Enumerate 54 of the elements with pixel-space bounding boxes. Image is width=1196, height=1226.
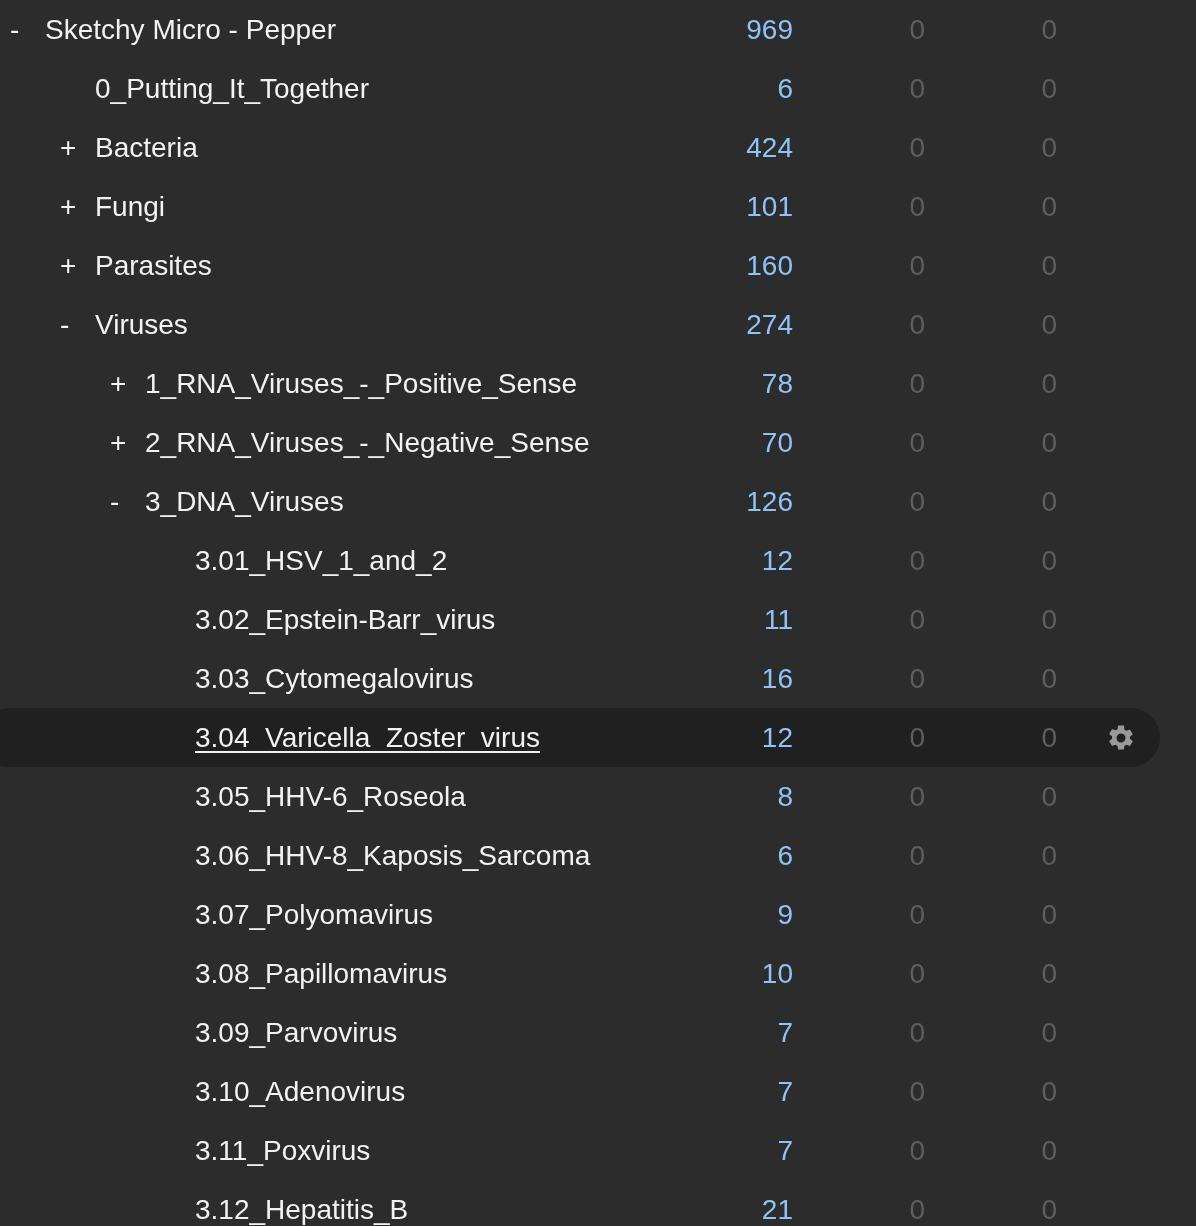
- deck-name[interactable]: 3.12_Hepatitis_B: [195, 1195, 409, 1224]
- deck-name[interactable]: 0_Putting_It_Together: [95, 74, 369, 103]
- deck-name[interactable]: Fungi: [95, 192, 166, 221]
- deck-name[interactable]: Sketchy Micro - Pepper: [45, 15, 336, 44]
- new-count: 101: [746, 192, 793, 221]
- new-count: 8: [777, 782, 793, 811]
- deck-name[interactable]: 3.08_Papillomavirus: [195, 959, 448, 988]
- new-count: 160: [746, 251, 793, 280]
- deck-name[interactable]: 1_RNA_Viruses_-_Positive_Sense: [145, 369, 578, 398]
- new-count: 21: [761, 1195, 793, 1224]
- new-count: 274: [746, 310, 793, 339]
- new-count: 6: [777, 74, 793, 103]
- deck-name[interactable]: 3.02_Epstein-Barr_virus: [195, 605, 496, 634]
- new-count: 424: [746, 133, 793, 162]
- deck-name[interactable]: 3.11_Poxvirus: [195, 1136, 371, 1165]
- deck-name[interactable]: 3.03_Cytomegalovirus: [195, 664, 474, 693]
- expand-toggle[interactable]: +: [60, 251, 77, 280]
- expand-toggle[interactable]: +: [60, 133, 77, 162]
- new-count: 12: [761, 546, 793, 575]
- new-count: 70: [761, 428, 793, 457]
- new-count: 6: [777, 841, 793, 870]
- deck-name[interactable]: 3.01_HSV_1_and_2: [195, 546, 448, 575]
- deck-name[interactable]: Viruses: [95, 310, 188, 339]
- selected-deck-row[interactable]: 3.04_Varicella_Zoster_virus 12 0 0: [0, 708, 1160, 767]
- expand-toggle[interactable]: -: [110, 487, 120, 516]
- expand-toggle[interactable]: -: [10, 15, 20, 44]
- deck-name[interactable]: 2_RNA_Viruses_-_Negative_Sense: [145, 428, 590, 457]
- new-count: 12: [761, 723, 793, 752]
- deck-name[interactable]: 3.06_HHV-8_Kaposis_Sarcoma: [195, 841, 591, 870]
- expand-toggle[interactable]: +: [60, 192, 77, 221]
- new-count: 126: [746, 487, 793, 516]
- new-count: 969: [746, 15, 793, 44]
- settings-icon[interactable]: [1106, 722, 1136, 753]
- expand-toggle[interactable]: +: [110, 428, 127, 457]
- new-count: 7: [777, 1018, 793, 1047]
- deck-name[interactable]: 3.10_Adenovirus: [195, 1077, 406, 1106]
- deck-name[interactable]: 3.05_HHV-6_Roseola: [195, 782, 466, 811]
- new-count: 11: [763, 605, 793, 634]
- deck-name[interactable]: Parasites: [95, 251, 212, 280]
- new-count: 9: [777, 900, 793, 929]
- learn-count: 0: [909, 723, 925, 752]
- due-count: 0: [1041, 723, 1057, 752]
- expand-toggle[interactable]: +: [110, 369, 127, 398]
- expand-toggle[interactable]: -: [60, 310, 70, 339]
- new-count: 16: [761, 664, 793, 693]
- new-count: 7: [777, 1077, 793, 1106]
- deck-name[interactable]: Bacteria: [95, 133, 198, 162]
- deck-name[interactable]: 3.04_Varicella_Zoster_virus: [195, 723, 540, 752]
- deck-name[interactable]: 3.07_Polyomavirus: [195, 900, 434, 929]
- new-count: 78: [761, 369, 793, 398]
- deck-name[interactable]: 3_DNA_Viruses: [145, 487, 344, 516]
- new-count: 10: [761, 959, 793, 988]
- new-count: 7: [777, 1136, 793, 1165]
- deck-name[interactable]: 3.09_Parvovirus: [195, 1018, 398, 1047]
